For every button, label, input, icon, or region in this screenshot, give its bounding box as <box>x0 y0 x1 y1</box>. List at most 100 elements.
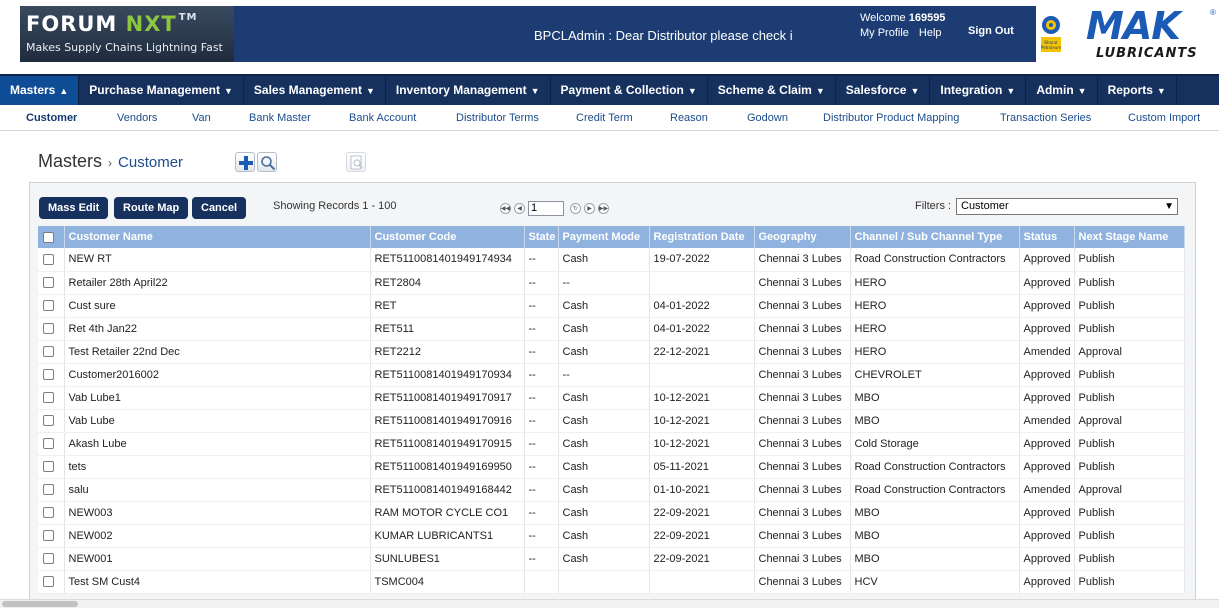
row-checkbox[interactable] <box>43 484 54 496</box>
subnav-item-transaction-series[interactable]: Transaction Series <box>1000 112 1091 124</box>
scrollbar-thumb[interactable] <box>2 601 78 607</box>
row-checkbox[interactable] <box>43 369 54 381</box>
cell-customer-name[interactable]: Ret 4th Jan22 <box>64 317 371 341</box>
nav-item-purchase-management[interactable]: Purchase Management ▼ <box>79 76 244 105</box>
table-row[interactable]: NEW003 RAM MOTOR CYCLE CO1 -- Cash 22-09-202… <box>38 501 1185 525</box>
row-checkbox[interactable] <box>43 346 54 358</box>
nav-item-reports[interactable]: Reports ▼ <box>1098 76 1177 105</box>
table-row[interactable]: Retailer 28th April22 RET2804 -- -- Chennai … <box>38 271 1185 295</box>
table-row[interactable]: Test SM Cust4 TSMC004 Chennai 3 Lubes HCV Ap… <box>38 570 1185 594</box>
table-row[interactable]: tets RET5110081401949169950 -- Cash 05-11-20… <box>38 455 1185 479</box>
nav-item-scheme-claim[interactable]: Scheme & Claim ▼ <box>708 76 836 105</box>
cell-customer-name[interactable]: Test SM Cust4 <box>64 570 371 594</box>
mass-edit-button[interactable]: Mass Edit <box>39 197 109 219</box>
forum-nxt-logo[interactable]: FORUM NXT TM Makes Supply Chains Lightnin… <box>20 6 234 62</box>
prev-page-icon[interactable]: ◀ <box>514 202 525 214</box>
cancel-button[interactable]: Cancel <box>192 197 247 219</box>
row-checkbox[interactable] <box>43 415 54 427</box>
cell-customer-name[interactable]: Vab Lube1 <box>64 386 371 410</box>
first-page-icon[interactable]: ◀◀ <box>500 202 511 214</box>
table-row[interactable]: Vab Lube1 RET5110081401949170917 -- Cash 10-… <box>38 386 1185 410</box>
row-checkbox[interactable] <box>43 553 54 565</box>
column-header-status[interactable]: Status <box>1019 226 1075 248</box>
cell-status: Amended <box>1019 409 1075 433</box>
nav-item-sales-management[interactable]: Sales Management ▼ <box>244 76 386 105</box>
column-header-customer-code[interactable]: Customer Code <box>370 226 525 248</box>
nav-item-inventory-management[interactable]: Inventory Management ▼ <box>386 76 551 105</box>
row-checkbox[interactable] <box>43 323 54 335</box>
column-header-channel-sub-channel-type[interactable]: Channel / Sub Channel Type <box>850 226 1020 248</box>
cell-customer-name[interactable]: NEW002 <box>64 524 371 548</box>
subnav-item-van[interactable]: Van <box>192 112 211 124</box>
column-header-registration-date[interactable]: Registration Date <box>649 226 755 248</box>
row-checkbox[interactable] <box>43 461 54 473</box>
subnav-item-bank-account[interactable]: Bank Account <box>349 112 416 124</box>
cell-customer-name[interactable]: Test Retailer 22nd Dec <box>64 340 371 364</box>
bharat-petroleum-logo: Bharat Petroleum <box>1041 16 1061 52</box>
subnav-item-custom-import[interactable]: Custom Import <box>1128 112 1200 124</box>
column-header-state[interactable]: State <box>524 226 559 248</box>
column-header-customer-name[interactable]: Customer Name <box>64 226 371 248</box>
table-row[interactable]: Ret 4th Jan22 RET511 -- Cash 04-01-2022 Chenn… <box>38 317 1185 341</box>
filter-select[interactable]: Customer ▼ <box>956 198 1178 215</box>
cell-customer-name[interactable]: tets <box>64 455 371 479</box>
add-button[interactable] <box>235 152 255 172</box>
table-row[interactable]: salu RET5110081401949168442 -- Cash 01-10-20… <box>38 478 1185 502</box>
cell-customer-name[interactable]: Cust sure <box>64 294 371 318</box>
subnav-item-customer[interactable]: Customer <box>26 112 77 124</box>
subnav-item-reason[interactable]: Reason <box>670 112 708 124</box>
table-row[interactable]: Vab Lube RET5110081401949170916 -- Cash 10-1… <box>38 409 1185 433</box>
cell-customer-name[interactable]: salu <box>64 478 371 502</box>
row-checkbox[interactable] <box>43 438 54 450</box>
row-checkbox[interactable] <box>43 507 54 519</box>
column-header-payment-mode[interactable]: Payment Mode <box>558 226 650 248</box>
nav-item-admin[interactable]: Admin ▼ <box>1026 76 1098 105</box>
subnav-item-distributor-terms[interactable]: Distributor Terms <box>456 112 539 124</box>
horizontal-scrollbar[interactable] <box>0 599 1219 608</box>
subnav-item-bank-master[interactable]: Bank Master <box>249 112 311 124</box>
help-link[interactable]: Help <box>919 27 942 39</box>
row-checkbox[interactable] <box>43 253 54 265</box>
cell-customer-name[interactable]: NEW RT <box>64 248 371 272</box>
go-page-icon[interactable]: ↻ <box>570 202 581 214</box>
nav-item-payment-collection[interactable]: Payment & Collection ▼ <box>551 76 708 105</box>
row-checkbox[interactable] <box>43 530 54 542</box>
cell-customer-name[interactable]: NEW003 <box>64 501 371 525</box>
cell-customer-name[interactable]: Vab Lube <box>64 409 371 433</box>
table-row[interactable]: NEW RT RET5110081401949174934 -- Cash 19-07-… <box>38 248 1185 272</box>
row-checkbox[interactable] <box>43 576 54 588</box>
table-row[interactable]: Cust sure RET -- Cash 04-01-2022 Chennai 3 Lu… <box>38 294 1185 318</box>
cell-status: Approved <box>1019 363 1075 387</box>
table-row[interactable]: Akash Lube RET5110081401949170915 -- Cash 10… <box>38 432 1185 456</box>
column-header-geography[interactable]: Geography <box>754 226 851 248</box>
breadcrumb-root[interactable]: Masters <box>38 151 102 171</box>
my-profile-link[interactable]: My Profile <box>860 27 909 39</box>
cell-customer-name[interactable]: NEW001 <box>64 547 371 571</box>
next-page-icon[interactable]: ▶ <box>584 202 595 214</box>
subnav-item-vendors[interactable]: Vendors <box>117 112 157 124</box>
subnav-item-distributor-product-mapping[interactable]: Distributor Product Mapping <box>823 112 959 124</box>
advanced-search-button[interactable] <box>346 152 366 172</box>
search-button[interactable] <box>257 152 277 172</box>
table-row[interactable]: Test Retailer 22nd Dec RET2212 -- Cash 22-12… <box>38 340 1185 364</box>
select-all-checkbox[interactable] <box>43 231 54 243</box>
table-row[interactable]: NEW001 SUNLUBES1 -- Cash 22-09-2021 Chennai 3… <box>38 547 1185 571</box>
nav-item-integration[interactable]: Integration ▼ <box>930 76 1027 105</box>
last-page-icon[interactable]: ▶▶ <box>598 202 609 214</box>
table-row[interactable]: NEW002 KUMAR LUBRICANTS1 -- Cash 22-09-2021 C… <box>38 524 1185 548</box>
table-row[interactable]: Customer2016002 RET5110081401949170934 -- -… <box>38 363 1185 387</box>
row-checkbox[interactable] <box>43 392 54 404</box>
subnav-item-godown[interactable]: Godown <box>747 112 788 124</box>
column-header-next-stage-name[interactable]: Next Stage Name <box>1074 226 1185 248</box>
route-map-button[interactable]: Route Map <box>114 197 189 219</box>
cell-customer-name[interactable]: Retailer 28th April22 <box>64 271 371 295</box>
nav-item-salesforce[interactable]: Salesforce ▼ <box>836 76 931 105</box>
cell-customer-name[interactable]: Akash Lube <box>64 432 371 456</box>
row-checkbox[interactable] <box>43 277 54 289</box>
page-number-input[interactable]: 1 <box>528 200 564 216</box>
subnav-item-credit-term[interactable]: Credit Term <box>576 112 633 124</box>
sign-out-link[interactable]: Sign Out <box>968 25 1014 37</box>
row-checkbox[interactable] <box>43 300 54 312</box>
cell-customer-name[interactable]: Customer2016002 <box>64 363 371 387</box>
nav-item-masters[interactable]: Masters ▲ <box>0 76 80 105</box>
